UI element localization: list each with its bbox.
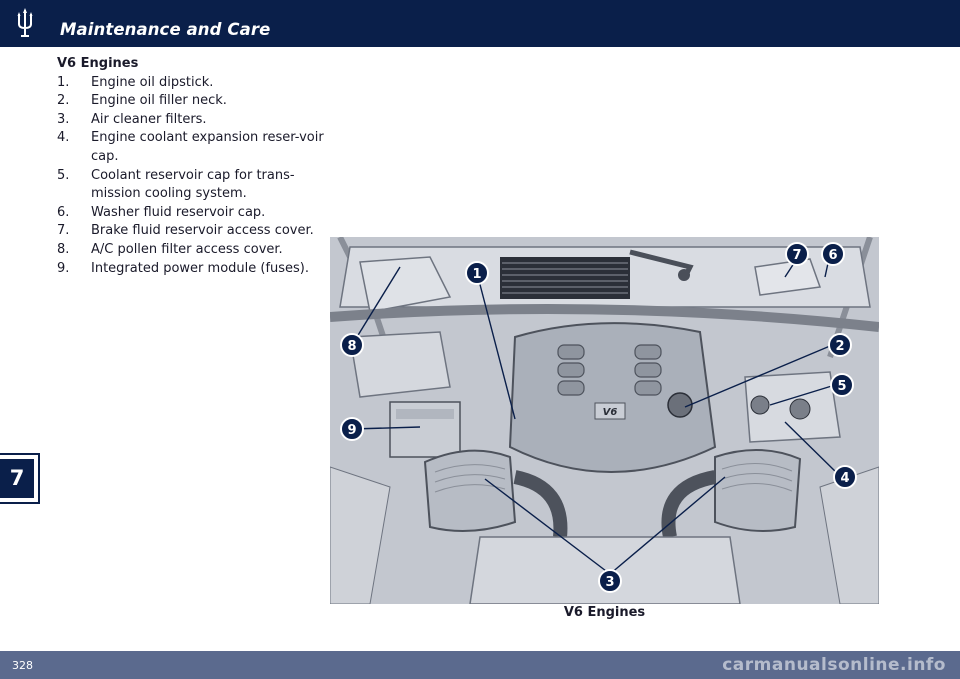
svg-text:2: 2 [835, 339, 844, 354]
item-text: Engine coolant expansion reser-voir cap. [91, 130, 324, 164]
svg-text:5: 5 [837, 379, 846, 394]
page-number: 328 [12, 659, 33, 672]
watermark: carmanualsonline.info [722, 655, 946, 675]
item-text: Integrated power module (fuses). [91, 260, 310, 276]
svg-text:8: 8 [347, 339, 356, 354]
svg-text:7: 7 [792, 248, 801, 263]
callout-6: 6 [821, 242, 845, 266]
item-text: Coolant reservoir cap for trans-mission … [91, 167, 295, 202]
list-item: 9. Integrated power module (fuses). [57, 260, 327, 279]
list-item: 6. Washer fluid reservoir cap. [57, 204, 327, 223]
list-item: 8. A/C pollen filter access cover. [57, 241, 327, 260]
item-number: 6. [57, 204, 70, 220]
callout-1: 1 [465, 261, 489, 285]
page-header: Maintenance and Care [0, 0, 960, 47]
callout-3: 3 [598, 569, 622, 593]
page-title: Maintenance and Care [60, 20, 271, 39]
chapter-number: 7 [0, 459, 34, 498]
list-item: 2. Engine oil filler neck. [57, 92, 327, 111]
engine-bay-illustration: V6 1 2 3 4 5 6 7 8 9 [330, 237, 879, 604]
engine-badge: V6 [603, 407, 618, 418]
item-text: Air cleaner filters. [91, 111, 207, 127]
callout-8: 8 [340, 333, 364, 357]
callout-7: 7 [785, 242, 809, 266]
svg-text:4: 4 [840, 471, 849, 486]
svg-text:9: 9 [347, 423, 356, 438]
item-number: 7. [57, 223, 70, 239]
figure-caption: V6 Engines [563, 605, 646, 620]
list-item: 7. Brake fluid reservoir access cover. [57, 222, 327, 241]
item-number: 4. [57, 130, 70, 146]
svg-text:3: 3 [605, 575, 614, 590]
item-number: 1. [57, 74, 70, 90]
chapter-tab: 7 [0, 453, 40, 504]
parts-list-section: V6 Engines 1. Engine oil dipstick. 2. Engi… [57, 55, 327, 278]
trident-logo-icon [17, 8, 33, 37]
item-number: 2. [57, 93, 70, 109]
item-number: 3. [57, 111, 70, 127]
engine-bay-figure: V6 1 2 3 4 5 6 7 8 9 [330, 237, 879, 604]
list-item: 4. Engine coolant expansion reser-voir ca… [57, 129, 327, 166]
item-text: A/C pollen filter access cover. [91, 241, 283, 257]
list-item: 3. Air cleaner filters. [57, 111, 327, 130]
callout-2: 2 [828, 333, 852, 357]
item-text: Washer fluid reservoir cap. [91, 204, 266, 220]
svg-text:1: 1 [472, 267, 481, 282]
callout-5: 5 [830, 373, 854, 397]
parts-list: 1. Engine oil dipstick. 2. Engine oil fill… [57, 74, 327, 279]
item-text: Engine oil dipstick. [91, 74, 214, 90]
item-number: 8. [57, 241, 70, 257]
svg-text:6: 6 [828, 248, 837, 263]
item-number: 9. [57, 260, 70, 276]
item-text: Brake fluid reservoir access cover. [91, 223, 314, 239]
item-text: Engine oil filler neck. [91, 93, 227, 109]
item-number: 5. [57, 167, 70, 183]
section-title: V6 Engines [57, 56, 139, 71]
callout-4: 4 [833, 465, 857, 489]
list-item: 1. Engine oil dipstick. [57, 74, 327, 93]
list-item: 5. Coolant reservoir cap for trans-missio… [57, 167, 327, 204]
callout-9: 9 [340, 417, 364, 441]
page-footer: 328 carmanualsonline.info [0, 651, 960, 679]
